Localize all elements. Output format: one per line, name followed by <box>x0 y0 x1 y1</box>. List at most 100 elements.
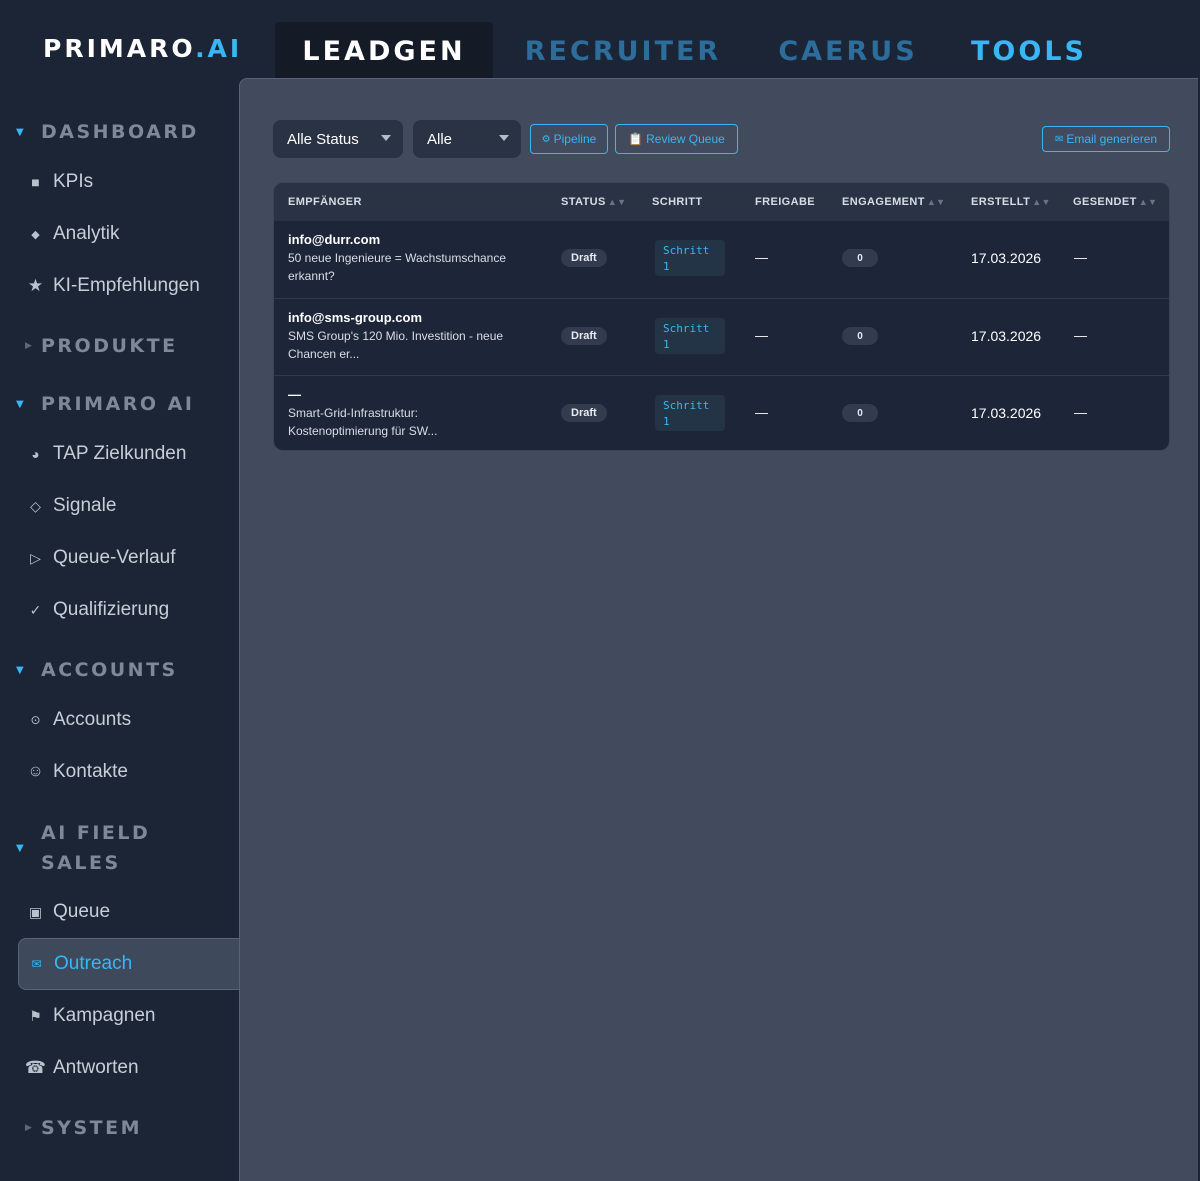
top-bar: PRIMARO.AI LEADGEN RECRUITER CAERUS TOOL… <box>0 0 1200 80</box>
tab-recruiter[interactable]: RECRUITER <box>505 22 741 80</box>
caret-right-icon: ▶ <box>25 1123 35 1133</box>
sidebar-section-produkte[interactable]: ▶ PRODUKTE <box>0 332 239 360</box>
section-label: PRODUKTE <box>41 335 178 357</box>
sidebar-item-label: KI-Empfehlungen <box>53 275 200 296</box>
sent-value: — <box>1074 405 1087 420</box>
sidebar-item-qualifizierung[interactable]: ✓ Qualifizierung <box>18 584 239 636</box>
select-value: Alle Status <box>287 130 359 148</box>
caret-down-icon: ▼ <box>16 842 27 854</box>
subject-line: Smart-Grid-Infrastruktur: <box>288 406 419 420</box>
sidebar-item-label: Analytik <box>53 223 120 244</box>
clipboard-icon: 📋 <box>628 132 644 146</box>
button-label: Pipeline <box>553 132 597 146</box>
sidebar-item-accounts[interactable]: ⊙ Accounts <box>18 694 239 746</box>
sidebar-item-label: Queue <box>53 901 111 922</box>
flag-icon: ⚑ <box>29 1007 42 1024</box>
sidebar-item-antworten[interactable]: ☎ Antworten <box>18 1042 239 1094</box>
diamond-icon: ◆ <box>31 228 40 241</box>
sort-icon: ▲▼ <box>1032 197 1051 207</box>
sent-value: — <box>1074 328 1087 343</box>
diamond-outline-icon: ◇ <box>30 497 41 514</box>
sidebar-section-system[interactable]: ▶ SYSTEM <box>0 1114 239 1142</box>
pipeline-button[interactable]: ⚙ Pipeline <box>530 124 608 154</box>
chevron-down-icon <box>381 135 391 141</box>
generate-email-button[interactable]: ✉ Email generieren <box>1042 126 1170 152</box>
sidebar-item-label: Signale <box>53 495 117 516</box>
caret-right-icon: ▶ <box>25 341 35 351</box>
subject-line: Chancen er... <box>288 347 360 361</box>
logo-name: PRIMARO <box>43 34 196 63</box>
column-header-empfaenger[interactable]: EMPFÄNGER <box>288 196 362 208</box>
button-label: Email generieren <box>1066 132 1158 146</box>
step-badge: Schritt 1 <box>655 318 725 354</box>
recipient-cell: info@durr.com 50 neue Ingenieure = Wachs… <box>288 232 538 285</box>
smiley-icon: ☺ <box>27 763 44 780</box>
envelope-icon: ✉ <box>1054 133 1064 145</box>
column-header-erstellt[interactable]: ERSTELLT ▲▼ <box>971 196 1051 208</box>
chevron-down-icon <box>499 135 509 141</box>
logo-suffix: .AI <box>195 34 243 63</box>
table-row[interactable]: info@sms-group.com SMS Group's 120 Mio. … <box>274 298 1169 375</box>
tab-caerus[interactable]: CAERUS <box>762 22 934 80</box>
column-header-status[interactable]: STATUS ▲▼ <box>561 196 626 208</box>
approval-value: — <box>755 405 768 420</box>
sidebar-section-accounts[interactable]: ▼ ACCOUNTS <box>0 656 239 684</box>
recipient-cell: — Smart-Grid-Infrastruktur: Kostenoptimi… <box>288 387 538 440</box>
column-header-engagement[interactable]: ENGAGEMENT ▲▼ <box>842 196 945 208</box>
select-value: Alle <box>427 130 453 148</box>
sidebar-item-label: Accounts <box>53 709 132 730</box>
sidebar-item-queue-verlauf[interactable]: ▷ Queue-Verlauf <box>18 532 239 584</box>
approval-value: — <box>755 250 768 265</box>
engagement-badge: 0 <box>842 404 878 422</box>
approval-value: — <box>755 328 768 343</box>
play-icon: ▷ <box>30 549 41 566</box>
sidebar-item-label: KPIs <box>53 171 94 192</box>
logo[interactable]: PRIMARO.AI <box>43 34 242 63</box>
subject-line: Kostenoptimierung für SW... <box>288 424 438 438</box>
section-label: DASHBOARD <box>41 121 199 143</box>
sidebar-item-label: Queue-Verlauf <box>53 547 176 568</box>
caret-down-icon: ▼ <box>16 664 27 676</box>
section-label: SYSTEM <box>41 1117 142 1139</box>
check-icon: ✓ <box>29 601 42 618</box>
box-icon: ▣ <box>28 903 43 920</box>
sort-icon: ▲▼ <box>926 197 946 207</box>
sidebar-item-kontakte[interactable]: ☺ Kontakte <box>18 746 239 798</box>
recipient-email: info@durr.com <box>288 232 381 247</box>
tab-leadgen[interactable]: LEADGEN <box>275 22 493 80</box>
square-icon: ■ <box>31 174 40 190</box>
envelope-icon: ✉ <box>31 957 42 971</box>
sidebar-section-primaro-ai[interactable]: ▼ PRIMARO AI <box>0 390 239 418</box>
target-icon: ◕ <box>31 446 40 462</box>
sidebar-item-queue[interactable]: ▣ Queue <box>18 886 239 938</box>
subject-line: 50 neue Ingenieure = Wachstumschance <box>288 251 507 265</box>
sidebar-item-signale[interactable]: ◇ Signale <box>18 480 239 532</box>
sidebar-item-outreach[interactable]: ✉ Outreach <box>18 938 239 990</box>
sidebar-item-analytik[interactable]: ◆ Analytik <box>18 208 239 260</box>
sidebar-item-label: TAP Zielkunden <box>53 443 187 464</box>
created-date: 17.03.2026 <box>971 250 1042 266</box>
status-filter-select[interactable]: Alle Status <box>273 120 403 158</box>
type-filter-select[interactable]: Alle <box>413 120 521 158</box>
column-header-schritt[interactable]: SCHRITT <box>652 196 702 208</box>
subject-line: SMS Group's 120 Mio. Investition - neue <box>288 329 504 343</box>
sidebar-section-dashboard[interactable]: ▼ DASHBOARD <box>0 118 239 146</box>
sidebar-item-kampagnen[interactable]: ⚑ Kampagnen <box>18 990 239 1042</box>
status-badge: Draft <box>561 404 607 422</box>
table-row[interactable]: info@durr.com 50 neue Ingenieure = Wachs… <box>274 221 1169 298</box>
caret-down-icon: ▼ <box>16 398 27 410</box>
sidebar-item-label: Outreach <box>54 953 133 974</box>
column-header-gesendet[interactable]: GESENDET ▲▼ <box>1073 196 1157 208</box>
tab-tools[interactable]: TOOLS <box>958 22 1100 80</box>
step-badge: Schritt 1 <box>655 240 725 276</box>
sidebar-section-ai-field-sales[interactable]: ▼ AI FIELD SALES <box>0 818 239 878</box>
recipient-email: — <box>288 387 301 402</box>
sidebar-item-label: Kontakte <box>53 761 128 782</box>
table-row[interactable]: — Smart-Grid-Infrastruktur: Kostenoptimi… <box>274 375 1169 450</box>
column-header-freigabe[interactable]: FREIGABE <box>755 196 815 208</box>
sidebar-item-tap-zielkunden[interactable]: ◕ TAP Zielkunden <box>18 428 239 480</box>
sidebar-item-kpis[interactable]: ■ KPIs <box>18 156 239 208</box>
review-queue-button[interactable]: 📋 Review Queue <box>615 124 738 154</box>
circle-dot-icon: ⊙ <box>30 713 41 727</box>
sidebar-item-ki-empfehlungen[interactable]: ★ KI-Empfehlungen <box>18 260 239 312</box>
